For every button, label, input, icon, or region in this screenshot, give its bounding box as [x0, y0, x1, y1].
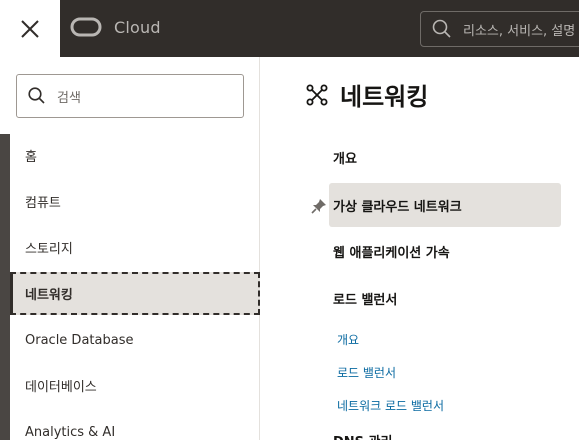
nav-item-oracle-database[interactable]: Oracle Database [10, 319, 260, 361]
menu-item-waa[interactable]: 웹 애플리케이션 가속 [329, 229, 450, 273]
networking-icon [306, 84, 328, 105]
networking-submenu: 네트워킹 개요 가상 클라우드 네트워크 웹 애플리케이션 가속 로드 밸런서 … [261, 57, 579, 440]
menu-item-load-balancer[interactable]: 로드 밸런서 [329, 276, 397, 320]
menu-item-vcn[interactable]: 가상 클라우드 네트워크 [329, 183, 561, 227]
sublink-overview[interactable]: 개요 [337, 331, 359, 348]
nav-item-label: Oracle Database [25, 332, 134, 348]
section-header: 네트워킹 [306, 77, 428, 112]
nav-item-networking[interactable]: 네트워킹 [10, 272, 260, 315]
close-menu-button[interactable] [0, 0, 60, 57]
nav-item-label: 데이터베이스 [25, 379, 97, 395]
menu-item-label: 웹 애플리케이션 가속 [333, 245, 450, 261]
left-navigation: 검색 홈 컴퓨트 스토리지 네트워킹 Oracle Database 데이터베이… [10, 57, 260, 440]
nav-item-label: 스토리지 [25, 241, 73, 257]
top-bar: Cloud 리소스, 서비스, 설명 [0, 0, 579, 57]
oracle-logo-icon [70, 17, 102, 37]
nav-search-placeholder: 검색 [57, 90, 81, 106]
section-title: 네트워킹 [340, 83, 429, 111]
nav-item-analytics-ai[interactable]: Analytics & AI [10, 411, 260, 440]
oracle-cloud-logo[interactable]: Cloud [70, 17, 161, 37]
global-search-input[interactable]: 리소스, 서비스, 설명 [420, 11, 579, 47]
menu-item-label: 가상 클라우드 네트워크 [333, 199, 462, 215]
nav-item-label: Analytics & AI [25, 424, 116, 440]
nav-item-label: 네트워킹 [25, 288, 73, 303]
search-icon [432, 19, 451, 38]
menu-item-overview[interactable]: 개요 [329, 135, 357, 179]
search-icon [28, 87, 45, 104]
app-root: Cloud 리소스, 서비스, 설명 검색 홈 컴퓨트 스토리지 네트워킹 Or… [0, 0, 579, 440]
nav-item-databases[interactable]: 데이터베이스 [10, 364, 260, 406]
background-overlay [0, 134, 10, 440]
nav-item-storage[interactable]: 스토리지 [10, 226, 260, 268]
sublink-network-load-balancer[interactable]: 네트워크 로드 밸런서 [337, 397, 444, 414]
nav-item-home[interactable]: 홈 [10, 134, 260, 176]
close-icon [21, 19, 39, 38]
nav-item-compute[interactable]: 컴퓨트 [10, 180, 260, 222]
sublink-load-balancer[interactable]: 로드 밸런서 [337, 364, 396, 381]
nav-item-label: 컴퓨트 [25, 195, 61, 211]
nav-item-label: 홈 [25, 149, 37, 165]
menu-item-label: 로드 밸런서 [333, 292, 398, 308]
nav-search-input[interactable]: 검색 [16, 74, 244, 118]
global-search-placeholder: 리소스, 서비스, 설명 [463, 23, 576, 39]
brand-text: Cloud [114, 17, 161, 37]
pin-icon[interactable] [311, 198, 327, 214]
menu-item-label: 개요 [333, 151, 357, 167]
menu-item-dns[interactable]: DNS 관리 [333, 431, 392, 440]
